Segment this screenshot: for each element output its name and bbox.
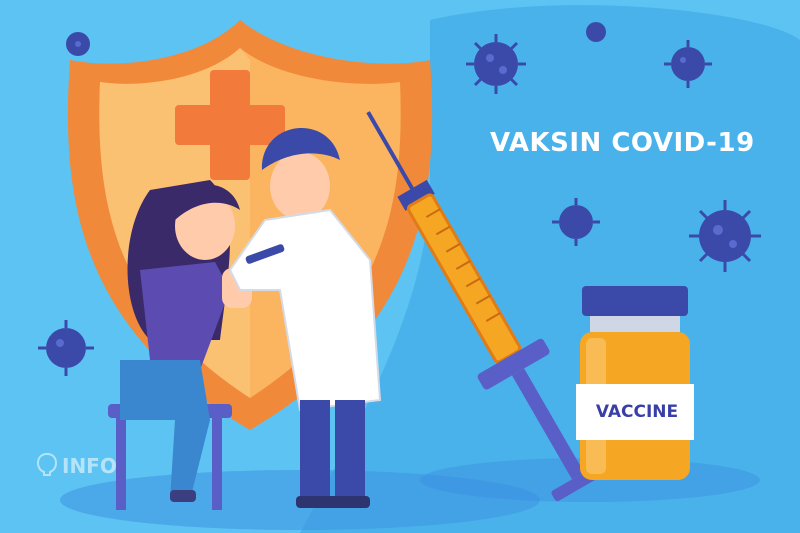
brain-logo-icon xyxy=(36,452,58,476)
virus-icon xyxy=(38,320,94,376)
illustration-canvas xyxy=(38,5,800,533)
virus-icon xyxy=(466,34,526,94)
virus-icon xyxy=(586,22,606,42)
watermark-text: INFO xyxy=(62,454,117,478)
virus-icon xyxy=(66,32,90,56)
watermark-logo: INFO xyxy=(36,452,117,478)
headline-title: VAKSIN COVID-19 xyxy=(490,128,755,158)
vaccine-vial-icon xyxy=(576,286,694,480)
vaccination-illustration: VAKSIN COVID-19 VACCINE INFO xyxy=(0,0,800,533)
vial-label: VACCINE xyxy=(595,402,679,422)
